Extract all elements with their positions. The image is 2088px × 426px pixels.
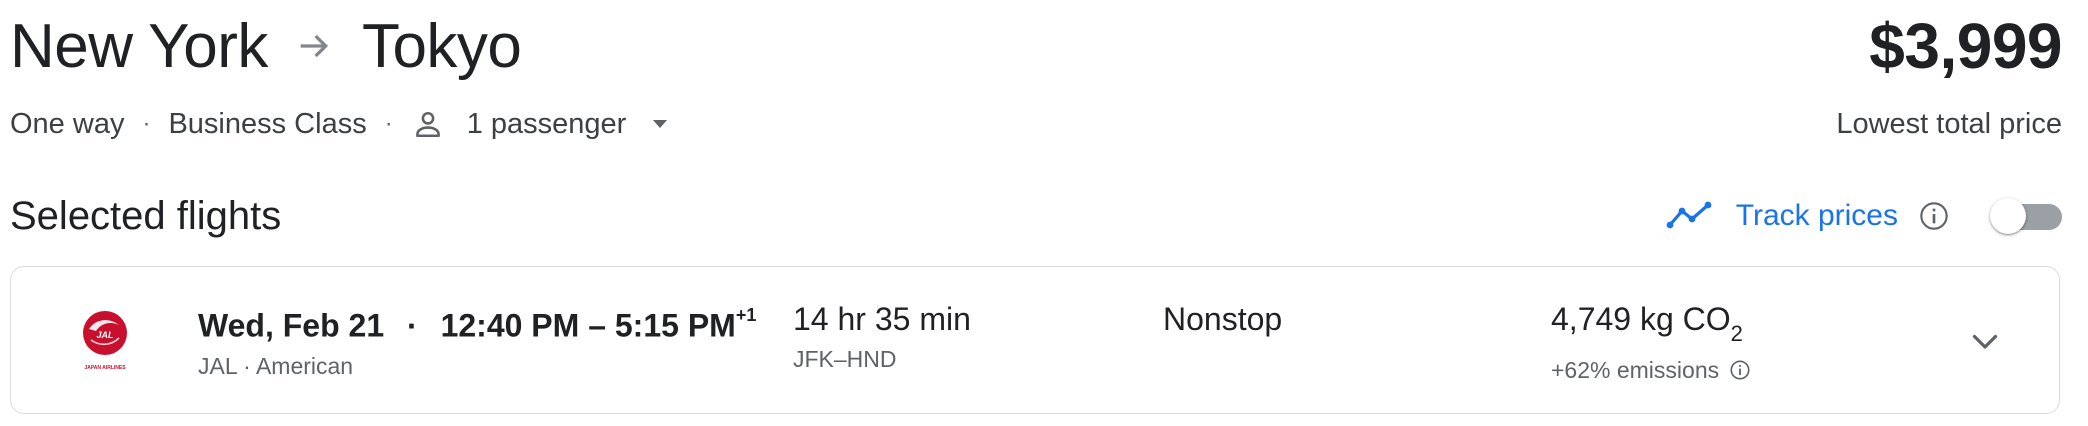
- flight-duration: 14 hr 35 min: [793, 301, 971, 337]
- flight-schedule: Wed, Feb 21 · 12:40 PM – 5:15 PM+1: [198, 299, 756, 346]
- origin-city: New York: [10, 11, 268, 81]
- track-prices-toggle[interactable]: [1990, 198, 2062, 234]
- emissions-percent: +62% emissions: [1551, 357, 1720, 384]
- track-prices-control: Track prices: [1666, 188, 2062, 244]
- price-label: Lowest total price: [1836, 108, 2062, 140]
- svg-text:JAL: JAL: [96, 330, 113, 340]
- airlines: JAL · American: [198, 352, 354, 379]
- day-offset: +1: [735, 305, 757, 325]
- stops-column: Nonstop: [1163, 299, 1282, 339]
- section-title: Selected flights: [10, 194, 282, 238]
- emissions-column: 4,749 kg CO2 +62% emissions: [1551, 299, 1751, 388]
- jal-logo-icon: JAL JAPAN AIRLINES: [71, 307, 139, 375]
- total-price: $3,999: [1869, 10, 2062, 82]
- emissions-row: +62% emissions: [1551, 352, 1751, 388]
- arrow-right-icon: [294, 26, 334, 66]
- flight-times-column: Wed, Feb 21 · 12:40 PM – 5:15 PM+1 JAL ·…: [198, 299, 756, 384]
- route-title: New York Tokyo: [10, 6, 522, 86]
- toggle-knob: [1990, 198, 2026, 234]
- flight-stops: Nonstop: [1163, 301, 1283, 337]
- chevron-down-icon[interactable]: [1967, 323, 2003, 359]
- flight-times: 12:40 PM – 5:15 PM: [440, 307, 736, 344]
- cabin-class: Business Class: [168, 107, 367, 140]
- co2-subscript: 2: [1730, 321, 1743, 347]
- trip-type: One way: [10, 107, 125, 140]
- track-prices-link[interactable]: Track prices: [1736, 199, 1898, 233]
- co2-value: 4,749 kg CO: [1551, 301, 1731, 337]
- flight-route: JFK–HND: [793, 346, 897, 372]
- separator-dot: ·: [407, 307, 418, 344]
- destination-city: Tokyo: [361, 11, 522, 81]
- logo-wordmark: JAPAN AIRLINES: [84, 365, 126, 371]
- flight-date: Wed, Feb 21: [198, 307, 385, 344]
- person-icon: [411, 107, 445, 141]
- flight-booking-page: New York Tokyo $3,999 One way · Business…: [10, 0, 2062, 426]
- passenger-count: 1 passenger: [466, 107, 627, 140]
- info-icon[interactable]: [1918, 200, 1950, 232]
- info-icon[interactable]: [1729, 359, 1751, 381]
- flight-card[interactable]: JAL JAPAN AIRLINES Wed, Feb 21 · 12:40 P…: [10, 266, 2060, 414]
- trending-icon: [1666, 201, 1714, 231]
- passenger-selector[interactable]: 1 passenger: [411, 107, 673, 141]
- co2-amount: 4,749 kg CO2: [1551, 299, 1751, 350]
- caret-down-icon: [648, 112, 672, 136]
- separator-dot: ·: [384, 110, 393, 137]
- separator-dot: ·: [142, 110, 151, 137]
- trip-summary: One way · Business Class · 1 passenger: [10, 100, 672, 148]
- duration-column: 14 hr 35 min JFK–HND: [793, 299, 971, 377]
